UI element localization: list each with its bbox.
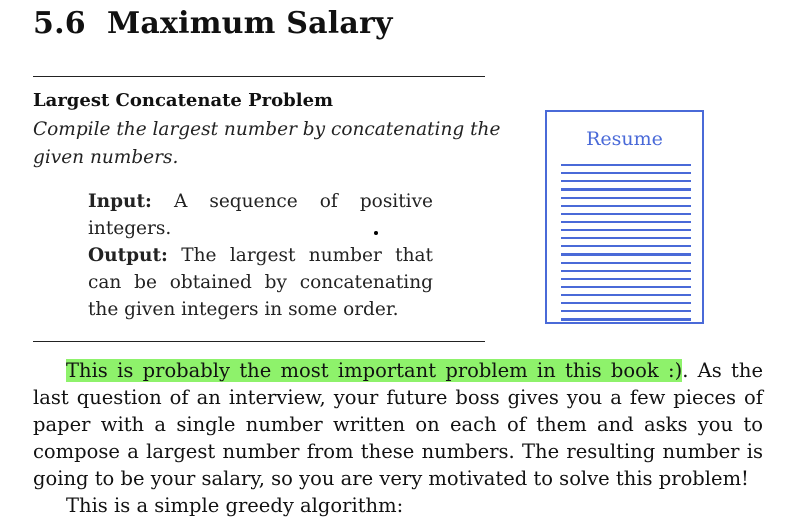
- resume-line: [561, 294, 691, 297]
- resume-line: [561, 245, 691, 248]
- input-spec: Input: A sequence of positive integers.: [88, 188, 433, 242]
- resume-illustration: Resume: [545, 110, 704, 324]
- stray-dot: [374, 231, 378, 235]
- paragraph: This is probably the most important prob…: [33, 357, 763, 492]
- resume-line: [561, 261, 691, 264]
- problem-specification: Input: A sequence of positive integers. …: [88, 188, 433, 323]
- resume-line: [561, 269, 691, 272]
- resume-line: [561, 237, 691, 240]
- output-label: Output:: [88, 245, 168, 266]
- resume-line: [561, 229, 691, 232]
- paragraph-intro-algorithm: This is a simple greedy algorithm:: [66, 494, 404, 517]
- section-title: Maximum Salary: [107, 6, 393, 41]
- resume-line: [561, 285, 691, 289]
- highlighted-sentence: This is probably the most important prob…: [66, 359, 683, 382]
- resume-line: [561, 310, 691, 313]
- problem-name: Largest Concatenate Problem: [33, 90, 334, 111]
- resume-caption: Resume: [586, 128, 663, 150]
- resume-line: [561, 164, 691, 167]
- section-number: 5.6: [33, 6, 86, 41]
- resume-line: [561, 220, 691, 224]
- resume-line: [561, 277, 691, 280]
- resume-line: [561, 302, 691, 305]
- resume-line: [561, 180, 691, 183]
- output-spec: Output: The largest number that can be o…: [88, 242, 433, 323]
- resume-text-lines: [561, 164, 691, 327]
- resume-line: [561, 253, 691, 256]
- body-text: This is probably the most important prob…: [33, 357, 763, 519]
- resume-line: [561, 196, 691, 199]
- problem-box-top-rule: [33, 76, 485, 77]
- problem-description: Compile the largest number by concatenat…: [33, 119, 501, 168]
- problem-box-bottom-rule: [33, 341, 485, 342]
- resume-line: [561, 188, 691, 191]
- resume-line: [561, 172, 691, 175]
- resume-line: [561, 318, 691, 321]
- section-heading: 5.6 Maximum Salary: [33, 6, 393, 41]
- resume-line: [561, 212, 691, 215]
- input-label: Input:: [88, 191, 152, 212]
- resume-line: [561, 204, 691, 207]
